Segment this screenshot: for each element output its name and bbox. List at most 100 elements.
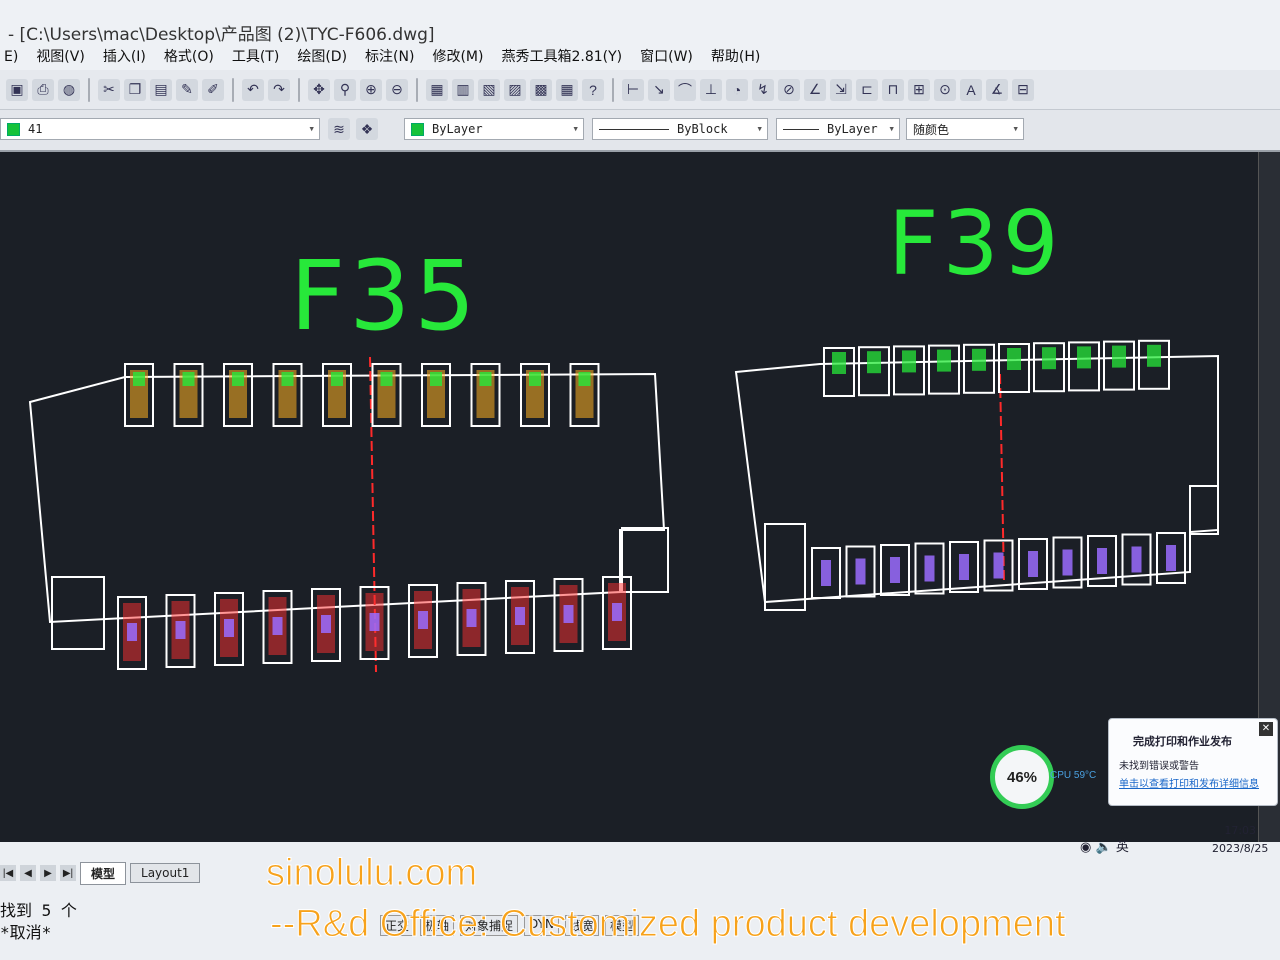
- jogged-icon[interactable]: ↯: [752, 78, 774, 101]
- plot-notification-balloon[interactable]: ✕ 完成打印和作业发布 未找到错误或警告 单击以查看打印和发布详细信息: [1108, 718, 1278, 806]
- baseline-icon[interactable]: ⊏: [856, 78, 878, 101]
- menu-window[interactable]: 窗口(W): [640, 44, 693, 70]
- f35-top-terminal-pin: [529, 372, 541, 386]
- taskbar-clock[interactable]: 17:03 2023/8/25: [1212, 822, 1268, 858]
- system-tray: ◉ 🔈 英: [1080, 836, 1129, 855]
- arc-length-icon[interactable]: ⌒: [674, 78, 696, 101]
- menu-format[interactable]: 格式(O): [164, 44, 214, 70]
- standard-toolbar: ▣ ⎙ ◍ ✂ ❐ ▤ ✎ ✐ ↶ ↷ ✥ ⚲ ⊕ ⊖ ▦ ▥ ▧ ▨ ▩ ▦ …: [0, 70, 1280, 110]
- design-center-icon[interactable]: ▥: [452, 78, 474, 101]
- layer-dropdown[interactable]: 41 ▾: [0, 118, 320, 140]
- markup-icon[interactable]: ▩: [530, 78, 552, 101]
- redo-icon[interactable]: ↷: [268, 78, 290, 101]
- sheet-set-icon[interactable]: ▨: [504, 78, 526, 101]
- plotstyle-dropdown[interactable]: 随颜色 ▾: [906, 118, 1024, 140]
- f39-top-terminal-pin: [1042, 347, 1056, 370]
- zoom-realtime-icon[interactable]: ⚲: [334, 78, 356, 101]
- radius-icon[interactable]: ◔: [726, 78, 748, 101]
- f39-bottom-terminal-pin: [890, 557, 900, 583]
- tab-layout1[interactable]: Layout1: [130, 863, 201, 883]
- last-tab-icon[interactable]: ▶|: [60, 865, 76, 881]
- diameter-icon[interactable]: ⊘: [778, 78, 800, 101]
- command-line: 找到 5 个: [0, 901, 77, 920]
- paste-icon[interactable]: ▤: [150, 78, 172, 101]
- menu-draw[interactable]: 绘图(D): [297, 44, 347, 70]
- cpu-percent: 46%: [1006, 768, 1038, 786]
- dim-edit-icon[interactable]: A: [960, 78, 982, 101]
- menu-view[interactable]: 视图(V): [36, 44, 85, 70]
- f39-centerline: [999, 373, 1005, 583]
- center-mark-icon[interactable]: ⊙: [934, 78, 956, 101]
- tab-model[interactable]: 模型: [80, 861, 127, 885]
- menu-dimension[interactable]: 标注(N): [365, 44, 414, 70]
- publish-icon[interactable]: ◍: [58, 78, 80, 101]
- prev-tab-icon[interactable]: ◀: [20, 865, 36, 881]
- cut-icon[interactable]: ✂: [98, 78, 120, 101]
- f39-bottom-terminal-pin: [821, 560, 831, 586]
- cad-drawing[interactable]: [0, 152, 1258, 842]
- dim-update-icon[interactable]: ⊟: [1012, 78, 1034, 101]
- f39-top-terminal-pin: [902, 350, 916, 373]
- ime-indicator[interactable]: 英: [1116, 840, 1129, 855]
- menu-help[interactable]: 帮助(H): [711, 44, 760, 70]
- f35-bottom-terminal-pin: [515, 607, 525, 625]
- menu-tools[interactable]: 工具(T): [232, 44, 279, 70]
- wifi-icon[interactable]: ◉: [1080, 840, 1091, 855]
- f39-right-latch: [1189, 485, 1219, 535]
- plotstyle-value: 随颜色: [913, 122, 950, 137]
- title-bar: - [C:\Users\mac\Desktop\产品图 (2)\TYC-F606…: [0, 0, 1280, 45]
- menu-edit[interactable]: E): [4, 44, 18, 70]
- f39-bottom-terminal-pin: [924, 555, 935, 582]
- volume-icon[interactable]: 🔈: [1095, 840, 1111, 855]
- linear-dim-icon[interactable]: ⊢: [622, 78, 644, 101]
- f35-top-terminal-pin: [430, 372, 442, 386]
- f39-bottom-terminal-pin: [855, 558, 866, 585]
- zoom-window-icon[interactable]: ⊕: [360, 78, 382, 101]
- quick-dim-icon[interactable]: ⇲: [830, 78, 852, 101]
- undo-icon[interactable]: ↶: [242, 78, 264, 101]
- color-dropdown[interactable]: ByLayer ▾: [404, 118, 584, 140]
- tolerance-icon[interactable]: ⊞: [908, 78, 930, 101]
- pan-icon[interactable]: ✥: [308, 78, 330, 101]
- linetype-dropdown[interactable]: ByBlock ▾: [592, 118, 768, 140]
- menu-insert[interactable]: 插入(I): [103, 44, 146, 70]
- layer-states-icon[interactable]: ❖: [356, 118, 378, 140]
- layer-previous-icon[interactable]: ≋: [328, 118, 350, 140]
- drawing-canvas[interactable]: F35 F39: [0, 152, 1258, 842]
- layout-tabs: |◀ ◀ ▶ ▶| 模型 Layout1: [0, 861, 201, 885]
- color-swatch: [411, 122, 424, 136]
- ordinate-icon[interactable]: ⊥: [700, 78, 722, 101]
- continue-icon[interactable]: ⊓: [882, 78, 904, 101]
- f39-bottom-terminal-pin: [1028, 551, 1038, 577]
- aligned-dim-icon[interactable]: ↘: [648, 78, 670, 101]
- menu-yanxiu-toolbox[interactable]: 燕秀工具箱2.81(Y): [501, 44, 622, 70]
- toolbar-divider: [88, 77, 90, 102]
- lineweight-dropdown[interactable]: ByLayer ▾: [776, 118, 900, 140]
- open-icon[interactable]: ▣: [6, 78, 28, 101]
- properties-icon[interactable]: ▦: [426, 78, 448, 101]
- plot-icon[interactable]: ⎙: [32, 78, 54, 101]
- next-tab-icon[interactable]: ▶: [40, 865, 56, 881]
- match-properties-icon[interactable]: ✎: [176, 78, 198, 101]
- calculator-icon[interactable]: ▦: [556, 78, 578, 101]
- tool-palettes-icon[interactable]: ▧: [478, 78, 500, 101]
- notification-message: 未找到错误或警告: [1119, 761, 1199, 772]
- zoom-previous-icon[interactable]: ⊖: [386, 78, 408, 101]
- close-icon[interactable]: ✕: [1259, 722, 1273, 736]
- f39-top-terminal-pin: [1007, 348, 1021, 370]
- brush-icon[interactable]: ✐: [202, 78, 224, 101]
- clock-time: 17:03: [1224, 824, 1257, 837]
- toolbar-divider: [416, 77, 418, 102]
- dim-text-edit-icon[interactable]: ∡: [986, 78, 1008, 101]
- notification-link[interactable]: 单击以查看打印和发布详细信息: [1119, 775, 1259, 790]
- f39-top-terminal-pin: [972, 348, 986, 371]
- copy-icon[interactable]: ❐: [124, 78, 146, 101]
- f39-left-latch: [764, 523, 806, 611]
- cpu-monitor-gauge[interactable]: 46%: [990, 745, 1054, 809]
- angular-icon[interactable]: ∠: [804, 78, 826, 101]
- menu-modify[interactable]: 修改(M): [432, 44, 483, 70]
- f35-bottom-terminal-pin: [418, 611, 428, 629]
- f35-top-terminal-pin: [182, 372, 195, 386]
- first-tab-icon[interactable]: |◀: [0, 865, 16, 881]
- help-icon[interactable]: ?: [582, 78, 604, 101]
